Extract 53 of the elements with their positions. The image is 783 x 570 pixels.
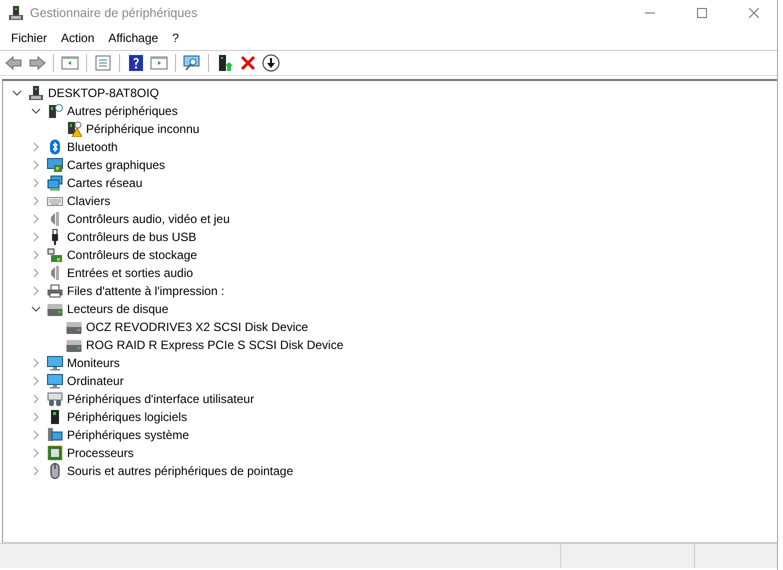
app-icon <box>8 5 24 21</box>
tree-item[interactable]: Contrôleurs audio, vidéo et jeu <box>67 212 230 226</box>
chip-icon <box>47 445 63 461</box>
device-icon <box>47 103 63 119</box>
tree-item[interactable]: Souris et autres périphériques de pointage <box>67 464 294 478</box>
tree-item[interactable]: Autres périphériques <box>67 104 178 118</box>
tree-item[interactable]: Périphériques logiciels <box>67 410 188 424</box>
scan-monitor-icon[interactable] <box>182 53 202 73</box>
tree-item[interactable]: OCZ REVODRIVE3 X2 SCSI Disk Device <box>86 320 308 334</box>
tree-item[interactable]: Contrôleurs de stockage <box>67 248 198 262</box>
monitor-icon <box>47 355 63 371</box>
monitor-icon <box>47 373 63 389</box>
tree-item[interactable]: Lecteurs de disque <box>67 302 168 316</box>
help-icon[interactable] <box>126 53 146 73</box>
keyboard-hand-icon <box>47 391 63 407</box>
download-icon[interactable] <box>261 53 281 73</box>
delete-icon[interactable] <box>238 53 258 73</box>
tree-item[interactable]: Périphériques d'interface utilisateur <box>67 392 254 406</box>
system-icon <box>47 427 63 443</box>
tree-item[interactable]: Périphérique inconnu <box>86 122 200 136</box>
tree-item[interactable]: Claviers <box>67 194 110 208</box>
computer-icon <box>28 85 44 101</box>
tree-item[interactable]: Processeurs <box>67 446 134 460</box>
forward-arrow-icon[interactable] <box>27 53 47 73</box>
bluetooth-icon <box>47 139 63 155</box>
storage-icon <box>47 247 63 263</box>
tree-item[interactable]: Cartes réseau <box>67 176 142 190</box>
disk-drive-icon <box>47 301 63 317</box>
menu-item[interactable]: Action <box>54 29 102 47</box>
tree-item[interactable]: Périphériques système <box>67 428 190 442</box>
disk-drive-icon <box>66 337 82 353</box>
menu-item[interactable]: Fichier <box>4 29 54 47</box>
close-icon <box>749 8 759 18</box>
tree-item[interactable]: Moniteurs <box>67 356 120 370</box>
tree-item[interactable]: Files d'attente à l'impression : <box>67 284 224 298</box>
menu-item[interactable]: ? <box>165 29 186 47</box>
network-icon <box>47 175 63 191</box>
tree-item[interactable]: Cartes graphiques <box>67 158 166 172</box>
tree-item[interactable]: Bluetooth <box>67 140 118 154</box>
maximize-icon <box>697 8 707 18</box>
disk-drive-icon <box>66 319 82 335</box>
tree-item[interactable]: Ordinateur <box>67 374 124 388</box>
display-card-icon <box>47 157 63 173</box>
tree-item[interactable]: Contrôleurs de bus USB <box>67 230 196 244</box>
properties-icon[interactable] <box>93 53 113 73</box>
menu-item[interactable]: Affichage <box>101 29 166 47</box>
printer-icon <box>47 283 63 299</box>
back-arrow-icon[interactable] <box>4 53 24 73</box>
window-title: Gestionnaire de périphériques <box>30 6 198 20</box>
tree-item[interactable]: DESKTOP-8AT8OIQ <box>48 86 159 100</box>
tree-item[interactable]: ROG RAID R Express PCIe S SCSI Disk Device <box>86 338 344 352</box>
warning-device-icon <box>66 121 82 137</box>
tree-item[interactable]: Entrées et sorties audio <box>67 266 194 280</box>
